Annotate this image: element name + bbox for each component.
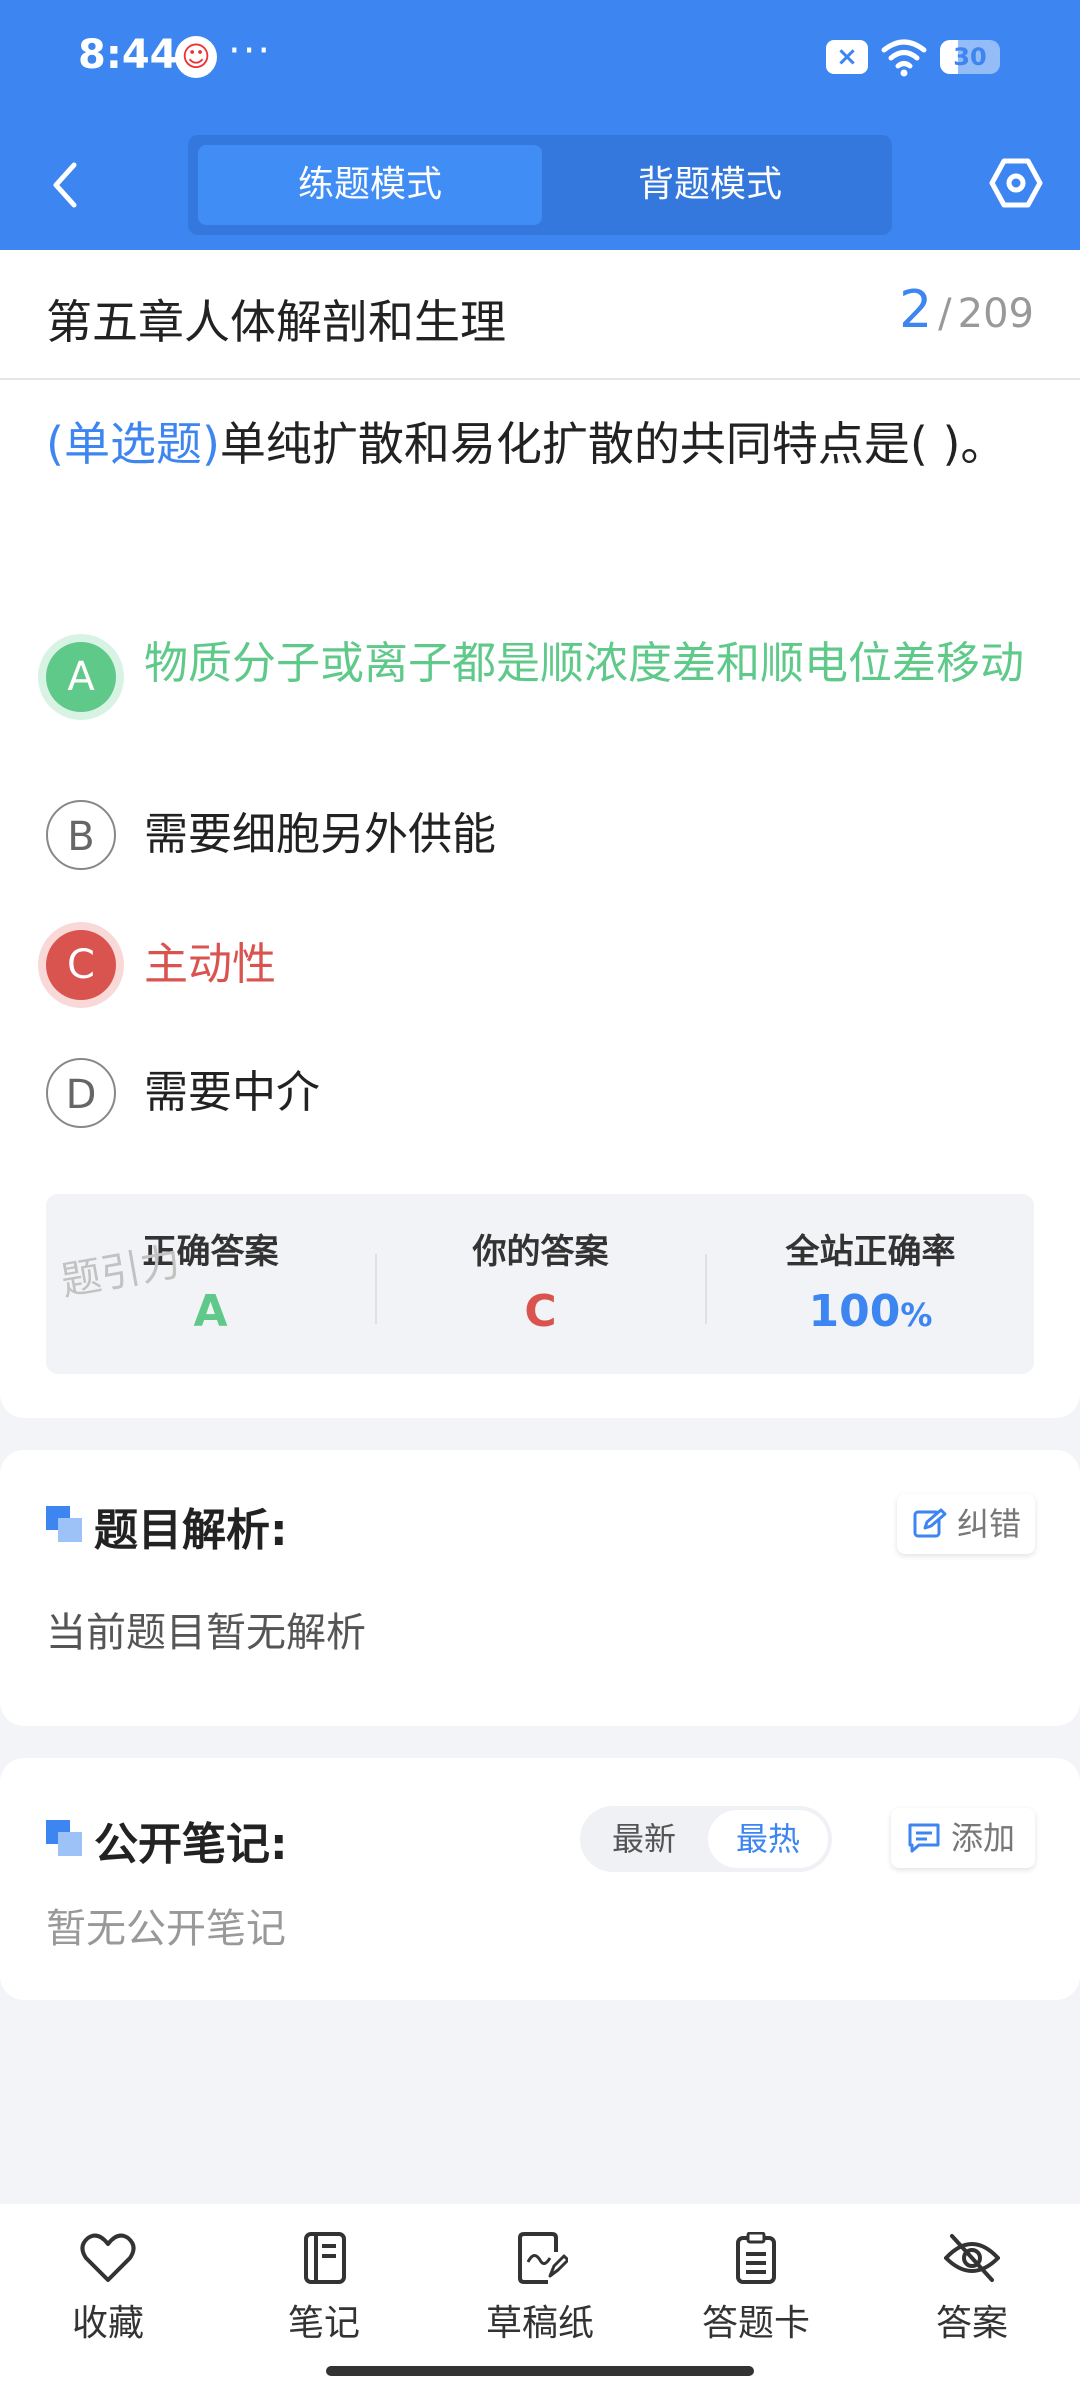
- question-stem: 单纯扩散和易化扩散的共同特点是( )。: [219, 417, 1007, 471]
- analysis-card: 题目解析: 纠错 当前题目暂无解析: [0, 1450, 1080, 1726]
- more-notifications-icon: ···: [228, 28, 273, 74]
- question-card: 第五章人体解剖和生理 2/209 (单选题)单纯扩散和易化扩散的共同特点是( )…: [0, 250, 1080, 1418]
- option-a-text: 物质分子或离子都是顺浓度差和顺电位差移动: [144, 638, 1024, 689]
- report-error-label: 纠错: [957, 1505, 1022, 1543]
- mode-switch: 练题模式 背题模式: [188, 135, 892, 235]
- app-notification-icon: ☺: [175, 36, 217, 78]
- home-indicator[interactable]: [326, 2366, 754, 2376]
- tab-practice-mode[interactable]: 练题模式: [198, 145, 542, 225]
- sort-hot-button[interactable]: 最热: [708, 1810, 828, 1868]
- nav-show-answer[interactable]: 答案: [897, 2232, 1047, 2346]
- heart-icon: [80, 2233, 136, 2282]
- nav-favorite-label: 收藏: [71, 2303, 144, 2344]
- analysis-title: 题目解析:: [94, 1505, 288, 1556]
- accuracy-number: 100: [808, 1286, 901, 1337]
- accuracy-column: 全站正确率 100%: [706, 1194, 1035, 1374]
- your-answer-value: C: [524, 1286, 557, 1337]
- eye-off-icon: [944, 2234, 1000, 2282]
- option-c-text: 主动性: [144, 939, 276, 990]
- option-b-letter: B: [46, 800, 116, 870]
- counter-separator: /: [938, 291, 952, 337]
- current-question-number: 2: [899, 280, 933, 340]
- nav-draft[interactable]: 草稿纸: [465, 2232, 615, 2346]
- nav-notes-label: 笔记: [287, 2303, 360, 2344]
- option-d-text: 需要中介: [144, 1067, 320, 1118]
- accuracy-unit: %: [900, 1296, 933, 1334]
- top-bar: 8:44 ☺ ··· × 30 练题模式 背题模式: [0, 0, 1080, 250]
- notes-title: 公开笔记:: [94, 1819, 288, 1870]
- option-a-letter: A: [46, 642, 116, 712]
- answer-result-panel: 正确答案 A 你的答案 C 全站正确率 100%: [46, 1194, 1034, 1374]
- chapter-title: 第五章人体解剖和生理: [46, 295, 506, 349]
- question-counter[interactable]: 2/209: [899, 280, 1034, 340]
- section-marker-icon: [46, 1820, 82, 1856]
- nav-answer-sheet[interactable]: 答题卡: [681, 2232, 831, 2346]
- back-button[interactable]: [40, 155, 90, 215]
- nav-favorite[interactable]: 收藏: [33, 2232, 183, 2346]
- analysis-body: 当前题目暂无解析: [46, 1610, 366, 1656]
- notes-empty-text: 暂无公开笔记: [46, 1906, 286, 1952]
- option-d-letter: D: [46, 1058, 116, 1128]
- question-text: (单选题)单纯扩散和易化扩散的共同特点是( )。: [46, 400, 1036, 488]
- nav-show-answer-label: 答案: [935, 2303, 1008, 2344]
- option-c-letter: C: [46, 930, 116, 1000]
- status-time: 8:44: [78, 32, 178, 78]
- public-notes-card: 公开笔记: 最新 最热 添加 暂无公开笔记: [0, 1758, 1080, 2000]
- battery-level: 30: [953, 43, 987, 71]
- comment-icon: [908, 1823, 940, 1853]
- question-type: (单选题): [46, 417, 220, 471]
- sort-latest-button[interactable]: 最新: [584, 1810, 704, 1868]
- your-answer-label: 你的答案: [472, 1232, 609, 1272]
- notebook-icon: [304, 2232, 346, 2284]
- nav-draft-label: 草稿纸: [485, 2303, 594, 2344]
- add-note-label: 添加: [951, 1819, 1016, 1857]
- accuracy-label: 全站正确率: [785, 1232, 956, 1272]
- edit-icon: [913, 1508, 947, 1538]
- option-b-text: 需要细胞另外供能: [144, 809, 496, 860]
- settings-button[interactable]: [988, 155, 1044, 211]
- add-note-button[interactable]: 添加: [891, 1808, 1035, 1868]
- battery-icon: 30: [940, 40, 1000, 74]
- nav-answer-sheet-label: 答题卡: [701, 2303, 810, 2344]
- clipboard-icon: [736, 2232, 776, 2284]
- draft-icon: [518, 2232, 568, 2284]
- your-answer-column: 你的答案 C: [376, 1194, 705, 1374]
- tab-memorize-mode[interactable]: 背题模式: [538, 145, 882, 225]
- wifi-icon: [881, 39, 927, 77]
- section-marker-icon: [46, 1506, 82, 1542]
- accuracy-value: 100%: [706, 1286, 1035, 1337]
- divider: [0, 378, 1080, 380]
- notes-sort-toggle: 最新 最热: [580, 1806, 832, 1872]
- total-question-count: 209: [957, 291, 1034, 337]
- dnd-icon: ×: [826, 40, 868, 74]
- report-error-button[interactable]: 纠错: [897, 1494, 1035, 1554]
- nav-notes[interactable]: 笔记: [249, 2232, 399, 2346]
